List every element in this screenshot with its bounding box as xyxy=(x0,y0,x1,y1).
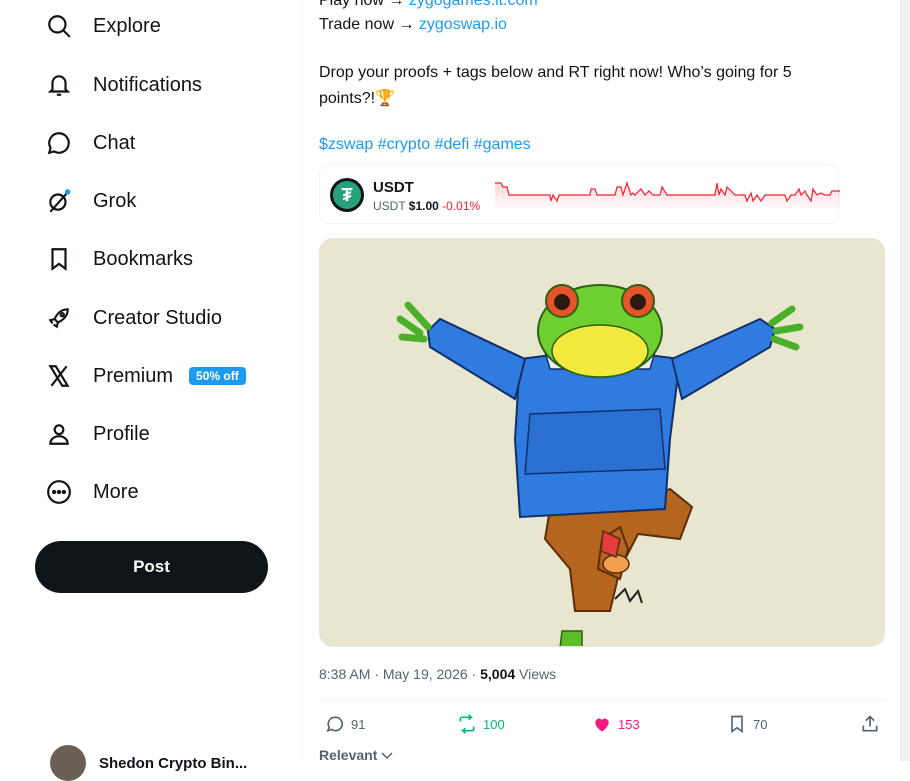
bookmark-count: 70 xyxy=(753,716,768,732)
nav-label: More xyxy=(93,480,139,503)
views-count: 5,004 xyxy=(480,666,516,682)
nav-item-chat[interactable]: Chat xyxy=(34,118,135,168)
like-count: 153 xyxy=(618,716,640,732)
nav-item-more[interactable]: More xyxy=(34,467,139,517)
nav-item-bookmarks[interactable]: Bookmarks xyxy=(34,234,193,284)
chevron-down-icon xyxy=(381,752,393,760)
share-icon xyxy=(862,715,878,732)
avatar xyxy=(50,745,86,781)
reply-count: 91 xyxy=(351,716,366,732)
discount-badge: 50% off xyxy=(189,367,246,385)
x-logo-icon xyxy=(34,351,86,401)
more-circle-icon xyxy=(34,467,86,517)
token-symbol: USDT xyxy=(373,179,414,196)
nav-item-creator-studio[interactable]: Creator Studio xyxy=(34,293,222,343)
nav-item-explore[interactable]: Explore xyxy=(34,1,161,51)
post-time[interactable]: 8:38 AM xyxy=(319,666,370,682)
reply-button[interactable]: 91 xyxy=(325,712,365,736)
account-name: Shedon Crypto Bin... xyxy=(99,754,248,772)
nav-item-profile[interactable]: Profile xyxy=(34,409,150,459)
bookmark-icon xyxy=(34,234,86,284)
chat-bubble-icon xyxy=(34,118,86,168)
hashtags[interactable]: $zswap #crypto #defi #games xyxy=(319,136,531,154)
nav-label: Bookmarks xyxy=(93,247,194,270)
share-button[interactable] xyxy=(860,712,880,736)
trade-link[interactable]: zygoswap.io xyxy=(419,16,507,33)
repost-count: 100 xyxy=(483,716,505,732)
meta-separator: · xyxy=(370,666,383,682)
post-button[interactable]: Post xyxy=(35,541,268,593)
post-detail: Play now → zygogames.it.com Trade now → … xyxy=(303,0,900,763)
play-line: Play now → zygogames.it.com xyxy=(319,0,538,10)
reply-icon xyxy=(326,716,344,733)
frog-hoodie-drawing xyxy=(320,239,884,646)
meta-separator: · xyxy=(467,666,481,682)
scrollbar[interactable] xyxy=(900,0,910,761)
token-sub-symbol: USDT xyxy=(373,199,406,213)
nav-label: Explore xyxy=(93,14,161,37)
token-change: -0.01% xyxy=(442,199,481,213)
repost-button[interactable]: 100 xyxy=(457,712,505,736)
post-image[interactable] xyxy=(319,238,885,647)
token-price: $1.00 xyxy=(408,199,439,213)
search-icon xyxy=(34,1,86,51)
token-card[interactable]: ₮ USDT USDT $1.00 -0.01% xyxy=(319,164,840,224)
nav-label: Grok xyxy=(93,189,137,212)
heart-icon xyxy=(595,718,609,732)
price-sparkline xyxy=(495,181,840,211)
person-icon xyxy=(34,409,86,459)
trade-line: Trade now → zygoswap.io xyxy=(319,16,507,34)
like-button[interactable]: 153 xyxy=(592,712,640,736)
trade-prefix: Trade now → xyxy=(319,16,419,33)
views-label: Views xyxy=(515,666,557,682)
post-meta: 8:38 AM · May 19, 2026 · 5,004 Views xyxy=(319,666,556,682)
nav-label: Profile xyxy=(93,422,150,445)
bookmark-button[interactable]: 70 xyxy=(727,712,767,736)
nav-label: Creator Studio xyxy=(93,306,222,329)
sidebar: Explore Notifications Chat Grok Bookmark… xyxy=(0,0,303,781)
token-price-line: USDT $1.00 -0.01% xyxy=(373,199,480,213)
play-prefix: Play now → xyxy=(319,0,409,9)
tether-logo-icon: ₮ xyxy=(330,178,364,212)
nav-item-grok[interactable]: Grok xyxy=(34,176,136,226)
bookmark-icon xyxy=(731,715,743,734)
account-switcher[interactable]: Shedon Crypto Bin... xyxy=(50,745,247,781)
nav-item-premium[interactable]: Premium 50% off xyxy=(34,351,246,401)
play-link[interactable]: zygogames.it.com xyxy=(409,0,538,9)
repost-icon xyxy=(459,714,475,734)
nav-label: Premium xyxy=(93,364,174,387)
bell-icon xyxy=(34,60,86,110)
post-date[interactable]: May 19, 2026 xyxy=(383,666,468,682)
meta-divider xyxy=(319,700,885,701)
rocket-icon xyxy=(34,293,86,343)
post-text-line: Drop your proofs + tags below and RT rig… xyxy=(319,64,792,81)
nav-item-notifications[interactable]: Notifications xyxy=(34,60,202,110)
post-text-line: points?!🏆 xyxy=(319,90,395,107)
nav-label: Chat xyxy=(93,131,136,154)
grok-icon xyxy=(34,176,86,226)
nav-label: Notifications xyxy=(93,73,202,96)
